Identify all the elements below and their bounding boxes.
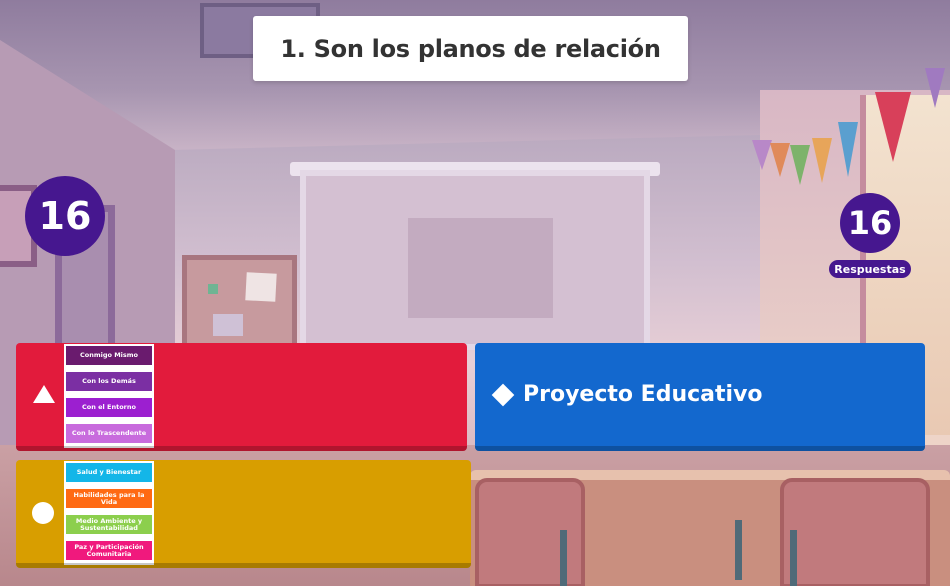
question-text: 1. Son los planos de relación <box>280 34 661 63</box>
answer-shadow <box>16 563 471 568</box>
image-chip: Con lo Trascendente <box>66 424 152 443</box>
background-note <box>213 314 243 336</box>
background-chair <box>475 478 585 586</box>
image-chip: Salud y Bienestar <box>66 463 152 482</box>
answer-shadow <box>16 446 467 451</box>
circle-icon <box>32 502 54 524</box>
background-desk-leg <box>560 530 567 586</box>
answer-diamond-button[interactable]: Proyecto Educativo <box>475 343 925 451</box>
diamond-icon <box>491 383 515 407</box>
answers-count-label: Respuestas <box>829 260 911 278</box>
answer-circle-button[interactable]: Salud y Bienestar Habilidades para la Vi… <box>16 460 471 568</box>
triangle-icon <box>33 385 55 403</box>
background-desk-leg <box>735 520 742 580</box>
image-chip: Paz y Participación Comunitaria <box>66 541 152 560</box>
question-box: 1. Son los planos de relación <box>253 16 688 81</box>
background-desk-leg <box>790 530 797 586</box>
image-chip: Con el Entorno <box>66 398 152 417</box>
background-board-screen <box>408 218 553 318</box>
image-chip: Habilidades para la Vida <box>66 489 152 508</box>
image-chip: Con los Demás <box>66 372 152 391</box>
game-stage: 1. Son los planos de relación 16 16 Resp… <box>0 0 950 586</box>
answer-image: Salud y Bienestar Habilidades para la Vi… <box>64 461 154 565</box>
answer-triangle-button[interactable]: Conmigo Mismo Con los Demás Con el Entor… <box>16 343 467 451</box>
answers-count: 16 <box>840 193 900 253</box>
image-chip: Conmigo Mismo <box>66 346 152 365</box>
background-note <box>245 272 277 302</box>
countdown-timer: 16 <box>25 176 105 256</box>
answer-text: Proyecto Educativo <box>523 382 763 407</box>
answer-shadow <box>475 446 925 451</box>
background-note <box>208 284 218 294</box>
image-chip: Medio Ambiente y Sustentabilidad <box>66 515 152 534</box>
answer-image: Conmigo Mismo Con los Demás Con el Entor… <box>64 344 154 448</box>
background-chair <box>780 478 930 586</box>
